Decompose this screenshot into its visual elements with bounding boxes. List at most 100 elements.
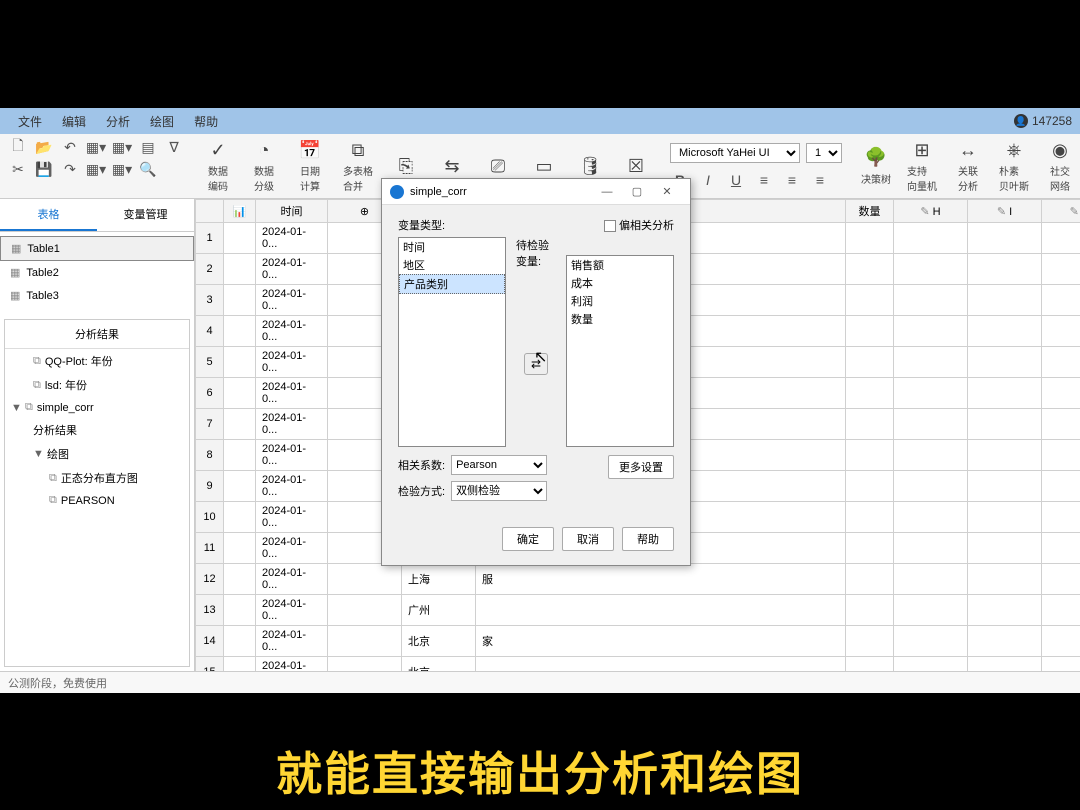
table-row[interactable]: 152024-01-0...北京: [196, 657, 1080, 672]
list-item[interactable]: 时间: [399, 238, 505, 256]
menu-edit[interactable]: 编辑: [52, 113, 96, 130]
list-item[interactable]: 利润: [567, 292, 673, 310]
align-left-icon[interactable]: ≡: [754, 171, 774, 189]
btn-t3[interactable]: ⎚: [478, 155, 518, 177]
btn-dectree[interactable]: 🌳决策树: [856, 147, 896, 186]
table-row[interactable]: 142024-01-0...北京家: [196, 626, 1080, 657]
tab-varmgr[interactable]: 变量管理: [97, 199, 194, 231]
font-size-select[interactable]: 11: [806, 143, 842, 163]
btn-merge[interactable]: ⧉多表格 合并: [336, 139, 380, 193]
sel-test-method[interactable]: 双侧检验: [451, 481, 547, 501]
list-item[interactable]: 成本: [567, 274, 673, 292]
btn-svm[interactable]: ⊞支持 向量机: [902, 139, 942, 193]
align-center-icon[interactable]: ≡: [782, 171, 802, 189]
btn-t4[interactable]: ▭: [524, 155, 564, 177]
sidebar-table-item[interactable]: ▦Table2: [0, 261, 194, 284]
listbox-vartype[interactable]: 时间地区产品类别: [398, 237, 506, 447]
table3-icon[interactable]: ▦▾: [86, 160, 106, 178]
btn-nb[interactable]: ⎈朴素 贝叶斯: [994, 139, 1034, 193]
sidebar: 表格 变量管理 ▦Table1▦Table2▦Table3 分析结果 ⧉QQ-P…: [0, 199, 195, 671]
redo-icon[interactable]: ↷: [60, 160, 80, 178]
user-badge[interactable]: 👤 147258: [1014, 114, 1072, 128]
dialog-simple-corr: simple_corr — ▢ ✕ 变量类型: 偏相关分析 时间地区产品类别 待…: [381, 178, 691, 566]
tab-table[interactable]: 表格: [0, 199, 97, 231]
list-item[interactable]: 地区: [399, 256, 505, 274]
lbl-var-type: 变量类型:: [398, 217, 445, 233]
col-qty[interactable]: 数量: [846, 200, 894, 223]
btn-pie[interactable]: ◔数据 分级: [244, 139, 284, 193]
tree-pearson[interactable]: ⧉PEARSON: [5, 490, 189, 511]
tree-plot[interactable]: ▼绘图: [5, 442, 189, 466]
sidebar-table-item[interactable]: ▦Table3: [0, 284, 194, 307]
table4-icon[interactable]: ▦▾: [112, 160, 132, 178]
underline-icon[interactable]: U: [726, 171, 746, 189]
user-id: 147258: [1032, 114, 1072, 128]
chk-partial[interactable]: 偏相关分析: [604, 217, 674, 233]
close-icon[interactable]: ✕: [652, 185, 682, 198]
btn-cal[interactable]: 📅日期 计算: [290, 139, 330, 193]
dialog-icon: [390, 185, 404, 199]
new-icon[interactable]: 🗋: [8, 138, 28, 156]
italic-icon[interactable]: I: [698, 171, 718, 189]
lbl-test-var: 待检验变量:: [516, 237, 556, 269]
col-J[interactable]: ✎ J: [1042, 200, 1080, 223]
btn-social[interactable]: ◉社交 网络: [1040, 139, 1080, 193]
statusbar: 公测阶段，免费使用: [0, 671, 1080, 693]
dialog-title: simple_corr: [410, 186, 467, 198]
btn-del[interactable]: ☒: [616, 155, 656, 177]
btn-help[interactable]: 帮助: [622, 527, 674, 551]
col-H[interactable]: ✎ H: [894, 200, 968, 223]
list-item[interactable]: 销售额: [567, 256, 673, 274]
sidebar-table-item[interactable]: ▦Table1: [0, 236, 194, 261]
maximize-icon[interactable]: ▢: [622, 185, 652, 198]
result-title: 分析结果: [5, 320, 189, 349]
tree-lsd[interactable]: ⧉lsd: 年份: [5, 373, 189, 397]
btn-more[interactable]: 更多设置: [608, 455, 674, 479]
menu-help[interactable]: 帮助: [184, 113, 228, 130]
btn-t1[interactable]: ⎘: [386, 155, 426, 177]
align-right-icon[interactable]: ≡: [810, 171, 830, 189]
search-icon[interactable]: 🔍: [138, 160, 158, 178]
list-item[interactable]: 产品类别: [399, 274, 505, 294]
listbox-testvar[interactable]: 销售额成本利润数量: [566, 255, 674, 447]
tree-hist[interactable]: ⧉正态分布直方图: [5, 466, 189, 490]
list-item[interactable]: 数量: [567, 310, 673, 328]
lbl-test-method: 检验方式:: [398, 483, 445, 499]
font-name-select[interactable]: Microsoft YaHei UI: [670, 143, 800, 163]
btn-db[interactable]: 🛢: [570, 155, 610, 177]
filter-icon[interactable]: ∇: [164, 138, 184, 156]
app-window: 文件 编辑 分析 绘图 帮助 👤 147258 🗋 📂 ↶ ▦▾ ▦▾ ▤ ∇ …: [0, 108, 1080, 693]
tree-sc[interactable]: ▼⧉simple_corr: [5, 397, 189, 418]
lbl-corr-coef: 相关系数:: [398, 457, 445, 473]
open-icon[interactable]: 📂: [34, 138, 54, 156]
minimize-icon[interactable]: —: [592, 186, 622, 198]
save-icon[interactable]: 💾: [34, 160, 54, 178]
col-time[interactable]: 时间: [256, 200, 328, 223]
swap-button[interactable]: ⇄: [524, 353, 548, 375]
user-icon: 👤: [1014, 114, 1028, 128]
col-I[interactable]: ✎ I: [968, 200, 1042, 223]
cut-icon[interactable]: ✂: [8, 160, 28, 178]
btn-ok[interactable]: 确定: [502, 527, 554, 551]
menubar: 文件 编辑 分析 绘图 帮助 👤 147258: [0, 108, 1080, 134]
tables-list: ▦Table1▦Table2▦Table3: [0, 232, 194, 311]
tree-qq[interactable]: ⧉QQ-Plot: 年份: [5, 349, 189, 373]
btn-t2[interactable]: ⇆: [432, 155, 472, 177]
btn-assoc[interactable]: ↔关联 分析: [948, 139, 988, 193]
menu-analyze[interactable]: 分析: [96, 113, 140, 130]
dialog-titlebar[interactable]: simple_corr — ▢ ✕: [382, 179, 690, 205]
format-icon[interactable]: ▤: [138, 138, 158, 156]
table-row[interactable]: 132024-01-0...广州: [196, 595, 1080, 626]
col-chart-icon[interactable]: 📊: [224, 200, 256, 223]
menu-file[interactable]: 文件: [8, 113, 52, 130]
table-row[interactable]: 122024-01-0...上海服: [196, 564, 1080, 595]
menu-plot[interactable]: 绘图: [140, 113, 184, 130]
table2-icon[interactable]: ▦▾: [112, 138, 132, 156]
tree-res[interactable]: 分析结果: [5, 418, 189, 442]
sel-corr-coef[interactable]: Pearson: [451, 455, 547, 475]
btn-cancel[interactable]: 取消: [562, 527, 614, 551]
table-icon[interactable]: ▦▾: [86, 138, 106, 156]
undo-icon[interactable]: ↶: [60, 138, 80, 156]
result-panel: 分析结果 ⧉QQ-Plot: 年份 ⧉lsd: 年份 ▼⧉simple_corr…: [4, 319, 190, 667]
btn-check[interactable]: ✓数据 编码: [198, 139, 238, 193]
